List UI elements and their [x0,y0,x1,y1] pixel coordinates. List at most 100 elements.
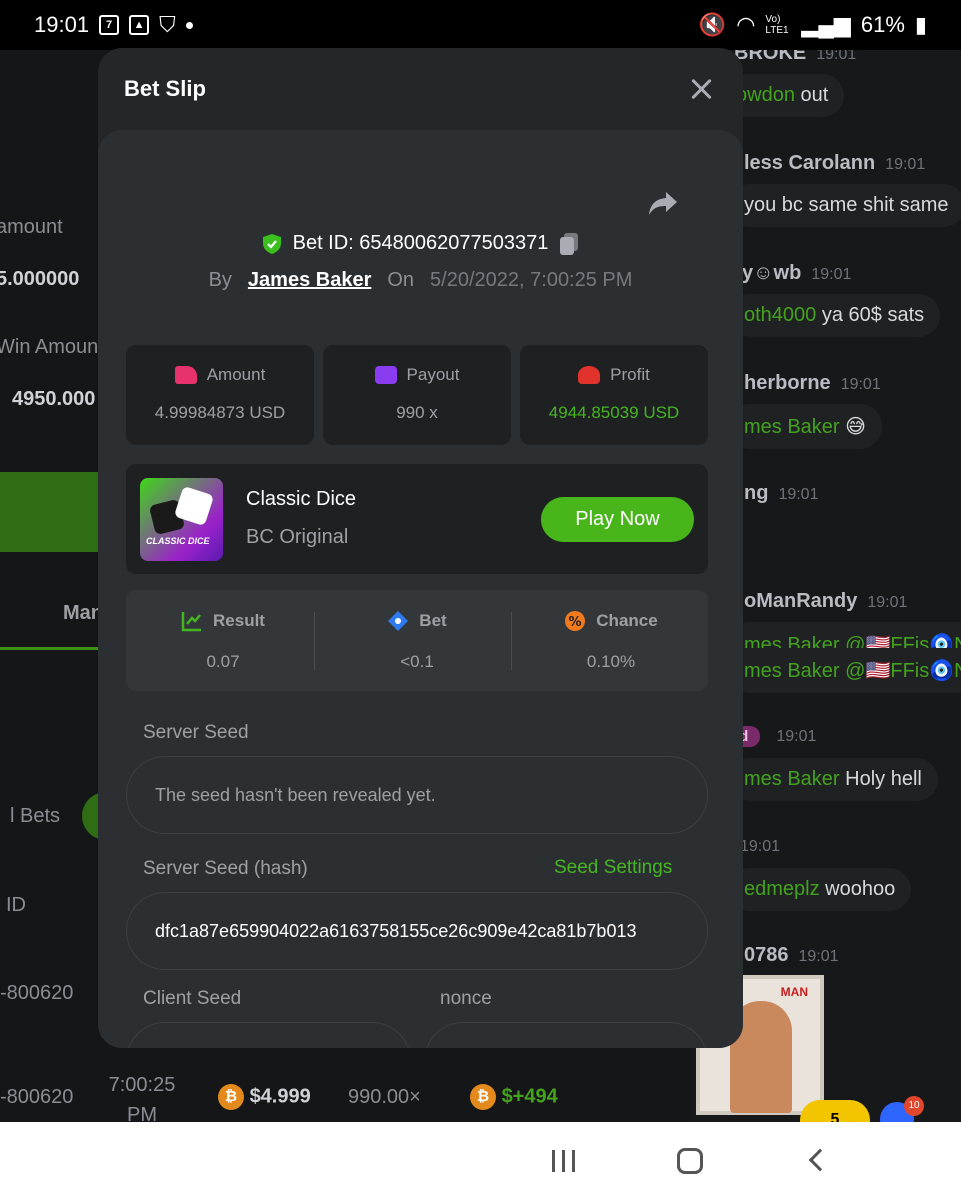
home-icon[interactable] [677,1148,703,1174]
chat-user-name: herborne [744,372,831,394]
money-hand-icon [174,366,197,384]
bet-id: Bet ID: 65480062077503371 [292,232,549,254]
copy-icon[interactable] [558,232,580,255]
chat-message: mes Baker 😅 [728,404,882,449]
bettor-username-link[interactable]: James Baker [248,269,371,292]
bg-all-bets-tab[interactable]: l Bets [10,805,60,828]
modal-header: Bet Slip [98,48,743,130]
status-bar: 19:01 7 ▲ ⛉ 🔇 ◠ Vo) LTE1 ▂▄▆ 61% ▮ [0,0,961,50]
chat-time: 19:01 [798,948,839,965]
bet-value: <0.1 [400,652,434,671]
chat-mention[interactable]: oth4000 [744,304,816,326]
chat-user-name: y☺wb [742,262,802,284]
chat-text: out [794,84,829,106]
server-seed-hash-field[interactable]: dfc1a87e659904022a6163758155ce26c909e42c… [126,892,708,970]
chat-mention[interactable]: mes Baker [744,768,840,790]
amount-card: Amount 4.99984873 USD [126,345,314,445]
close-button[interactable] [690,78,712,100]
result-card: Result 0.07 Bet <0.1 % Chance 0.10% [126,590,708,691]
chat-time: 19:01 [776,728,817,745]
bitcoin-icon: ₿ [218,1084,244,1110]
chat-message: mes Baker Holy hell [728,758,938,801]
chat-user: less Carolann 19:01 [744,152,925,175]
profit-card: Profit 4944.85039 USD [520,345,708,445]
chat-time: 19:01 [778,486,819,503]
modal-title: Bet Slip [124,76,206,101]
result-label: Result [213,611,265,630]
chat-message: you bc same shit same [728,184,961,227]
nonce-label: nonce [440,988,492,1009]
client-seed-label: Client Seed [143,988,242,1009]
chat-user: herborne 19:01 [744,372,881,395]
bg-row-payout: 990.00× [348,1086,421,1108]
mute-icon: 🔇 [698,12,727,37]
bitcoin-icon: ₿ [470,1084,496,1110]
payout-value: 990 x [396,403,438,422]
chat-user-name: BROKE [734,50,807,64]
chat-image-logo: MAN [780,985,808,999]
payout-label: Payout [406,365,460,384]
chat-mention[interactable]: mes Baker @🇺🇸FFis🧿N [744,660,961,682]
profit-value: 4944.85039 USD [548,403,680,422]
bet-label: Bet [419,611,447,630]
game-name: Classic Dice [246,488,357,510]
chart-check-icon [181,612,202,632]
more-notifications-dot-icon [185,21,193,29]
wifi-icon: ◠ [736,12,756,37]
column-divider [511,612,512,670]
chat-user-name: less Carolann [744,152,876,174]
amount-label: Amount [206,365,266,384]
play-now-button[interactable]: Play Now [541,497,694,542]
seed-settings-link[interactable]: Seed Settings [554,857,672,879]
android-navigation-bar [0,1122,961,1200]
bg-amount-label: amount [0,216,63,238]
profit-label: Profit [610,365,650,384]
bg-win-amount-label: Win Amount [0,336,104,358]
network-label: Vo) LTE1 [765,14,789,36]
chance-value: 0.10% [586,652,636,671]
chat-message: mes Baker @🇺🇸FFis🧿N [728,648,961,693]
chat-mention[interactable]: owdon [736,84,795,106]
bet-author-row: By James Baker On 5/20/2022, 7:00:25 PM [98,269,743,292]
battery-icon: ▮ [914,12,927,37]
chat-count-badge[interactable]: 5 [800,1100,870,1122]
chat-message: oth4000 ya 60$ sats [728,294,941,337]
chat-user: oManRandy 19:01 [744,590,907,613]
chat-mention[interactable]: edmeplz [744,878,820,900]
chat-mention[interactable]: mes Baker [744,416,840,438]
chance-column: % Chance 0.10% [514,590,708,691]
chat-time: 19:01 [740,838,781,855]
classic-dice-thumbnail[interactable]: CLASSIC DICE [140,478,223,561]
bg-row-profit: ₿ $+494 [470,1084,558,1110]
game-card: CLASSIC DICE Classic Dice BC Original Pl… [126,464,708,574]
percent-icon: % [565,611,586,631]
bg-id-header: ID [6,894,26,916]
bet-date: 5/20/2022, 7:00:25 PM [430,269,633,291]
server-seed-label: Server Seed [143,722,249,743]
status-time: 19:01 [34,12,90,37]
nonce-field[interactable] [424,1022,708,1048]
chat-text: woohoo [819,878,896,900]
bg-row-amount-value: $4.999 [249,1085,311,1108]
chat-time: 19:01 [811,266,852,283]
target-icon [388,611,409,631]
thumbnail-label: CLASSIC DICE [146,536,210,546]
bg-amount-value: 5.000000 [0,268,80,290]
bg-row-profit-value: $+494 [501,1085,558,1108]
bg-tab-manual[interactable]: Man [0,580,110,650]
payout-card: Payout 990 x [323,345,511,445]
svg-text:%: % [569,615,582,630]
chat-user: 0786 19:01 [744,944,839,967]
game-subtitle: BC Original [246,526,349,548]
bg-bet-button[interactable] [0,472,110,552]
chat-user: BROKE 19:01 [734,50,856,65]
client-seed-field[interactable] [126,1022,411,1048]
column-divider [314,612,315,670]
recent-apps-icon[interactable] [552,1150,576,1172]
share-icon[interactable] [648,190,678,216]
back-icon[interactable] [808,1148,832,1172]
notification-count-badge: 10 [904,1096,924,1116]
server-seed-field[interactable]: The seed hasn't been revealed yet. [126,756,708,834]
bg-win-amount-value: 4950.000 [12,388,96,410]
by-label: By [208,269,232,291]
